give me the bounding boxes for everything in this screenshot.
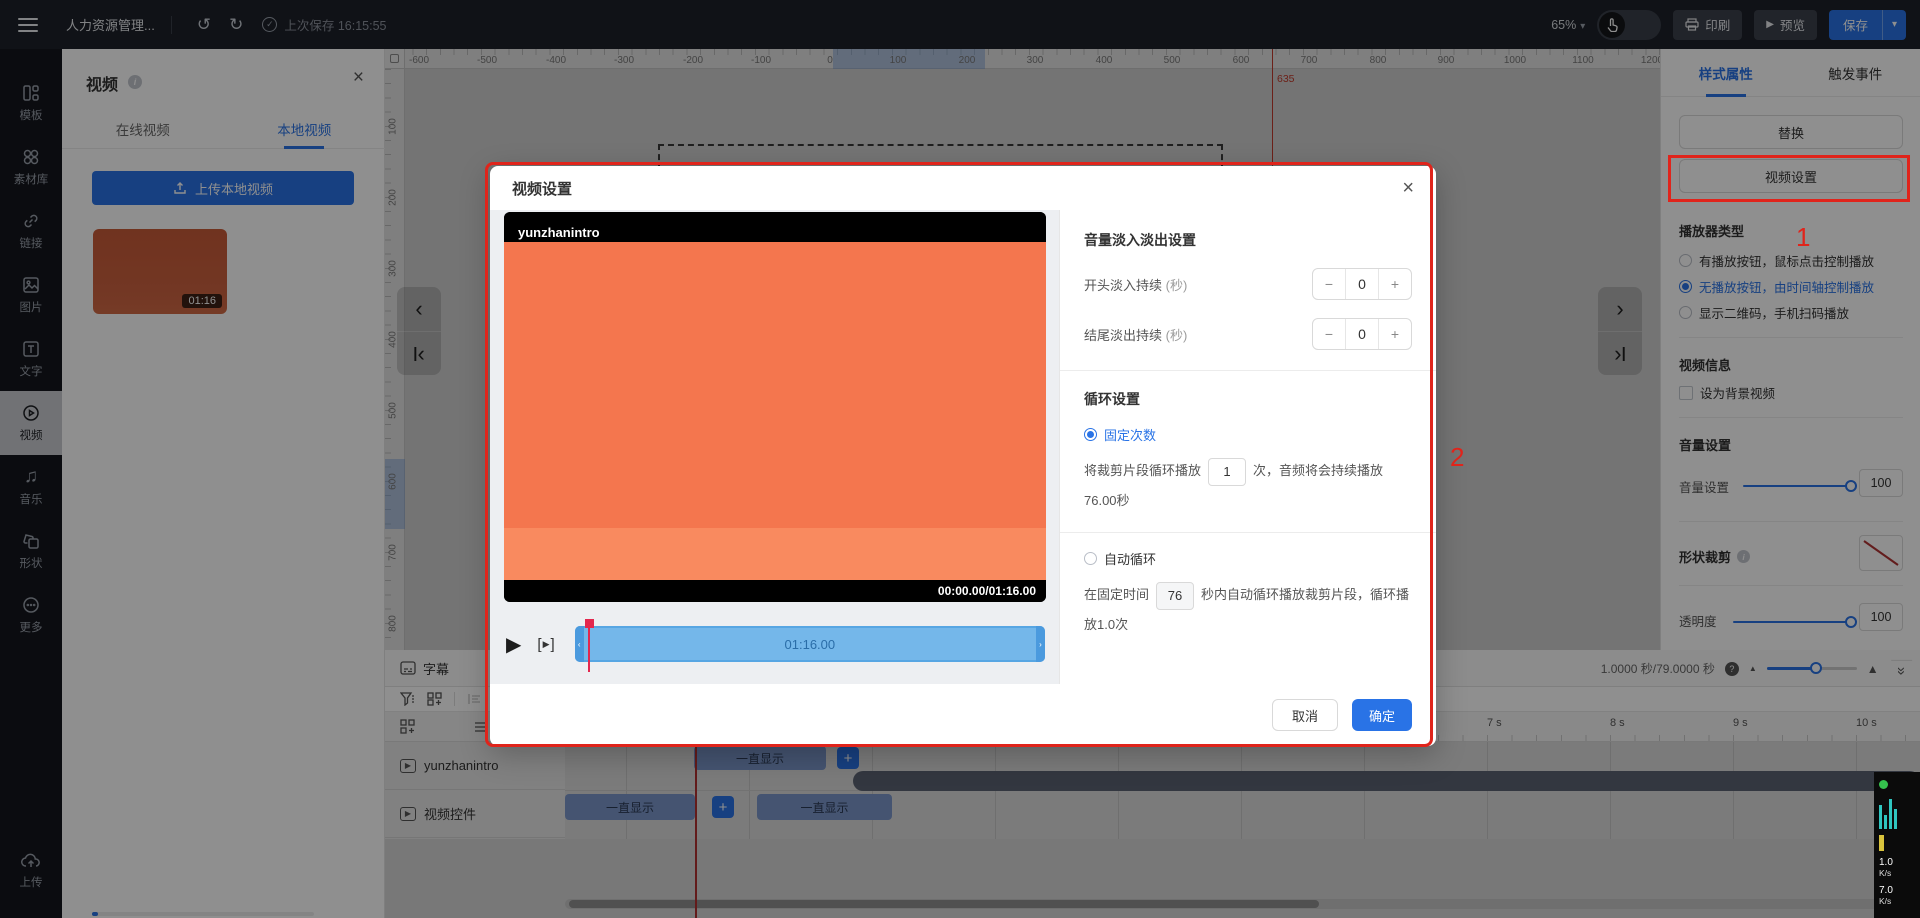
fade-out-row: 结尾淡出持续 (秒) − 0 + bbox=[1084, 318, 1412, 350]
download-unit: K/s bbox=[1879, 896, 1891, 906]
video-title-overlay: yunzhanintro bbox=[504, 212, 1046, 242]
trim-playhead[interactable] bbox=[585, 619, 594, 628]
fade-in-label: 开头淡入持续 bbox=[1084, 278, 1162, 293]
video-preview[interactable]: yunzhanintro 00:00.00/01:16.00 bbox=[504, 212, 1046, 602]
confirm-button[interactable]: 确定 bbox=[1352, 699, 1412, 731]
settings-section: 音量淡入淡出设置 开头淡入持续 (秒) − 0 + 结尾淡出持续 (秒) − 0… bbox=[1060, 210, 1436, 684]
text: 在固定时间 bbox=[1084, 587, 1149, 602]
divider bbox=[1060, 532, 1436, 533]
play-button[interactable]: ▶ bbox=[506, 632, 521, 657]
seconds-unit: (秒) bbox=[1166, 278, 1188, 293]
upload-unit: K/s bbox=[1879, 868, 1891, 878]
modal-header: 视频设置 × bbox=[490, 166, 1436, 210]
network-monitor-widget: 1.0K/s 7.0K/s bbox=[1874, 772, 1920, 918]
divider bbox=[1060, 370, 1436, 371]
radio-icon[interactable] bbox=[1084, 552, 1097, 565]
bracket: [ bbox=[537, 636, 541, 653]
auto-loop-description: 在固定时间76秒内自动循环播放裁剪片段，循环播放1.0次 bbox=[1084, 580, 1412, 640]
fade-section-title: 音量淡入淡出设置 bbox=[1084, 230, 1412, 250]
trim-duration-label: 01:16.00 bbox=[785, 637, 836, 652]
fixed-count-description: 将裁剪片段循环播放1次，音频将会持续播放76.00秒 bbox=[1084, 456, 1412, 516]
play-glyph: ▶ bbox=[543, 639, 550, 650]
annotation-number-1: 1 bbox=[1796, 222, 1810, 253]
download-speed: 7.0 bbox=[1879, 885, 1893, 896]
bracket: ] bbox=[550, 636, 554, 653]
chevron-left-icon: ‹ bbox=[578, 640, 581, 649]
text: 将裁剪片段循环播放 bbox=[1084, 463, 1201, 478]
modal-title: 视频设置 bbox=[512, 178, 572, 199]
fade-out-stepper: − 0 + bbox=[1312, 318, 1412, 350]
video-frame bbox=[504, 242, 1046, 528]
fade-out-value[interactable]: 0 bbox=[1345, 319, 1379, 349]
upload-speed: 1.0 bbox=[1879, 857, 1893, 868]
trim-range-bar[interactable]: ‹ 01:16.00 › bbox=[575, 626, 1045, 662]
fade-out-label: 结尾淡出持续 bbox=[1084, 328, 1162, 343]
loop-count-input[interactable]: 1 bbox=[1208, 458, 1246, 486]
auto-loop-option[interactable]: 自动循环 bbox=[1084, 549, 1412, 568]
decrement-button[interactable]: − bbox=[1313, 269, 1345, 299]
fade-in-stepper: − 0 + bbox=[1312, 268, 1412, 300]
modal-close-icon[interactable]: × bbox=[1402, 178, 1414, 198]
trim-controls: ▶ [▶] ‹ 01:16.00 › bbox=[504, 624, 1045, 664]
decrement-button[interactable]: − bbox=[1313, 319, 1345, 349]
cancel-button[interactable]: 取消 bbox=[1272, 699, 1338, 731]
trim-handle-right[interactable]: › bbox=[1036, 626, 1045, 662]
fixed-time-input[interactable]: 76 bbox=[1156, 582, 1194, 610]
loop-play-icon[interactable]: [▶] bbox=[537, 636, 554, 653]
fixed-count-option[interactable]: 固定次数 bbox=[1084, 425, 1412, 444]
trim-handle-left[interactable]: ‹ bbox=[575, 626, 584, 662]
chevron-right-icon: › bbox=[1039, 640, 1042, 649]
video-settings-modal: 视频设置 × yunzhanintro 00:00.00/01:16.00 ▶ … bbox=[490, 166, 1436, 746]
modal-footer: 取消 确定 bbox=[490, 684, 1436, 746]
fixed-count-label: 固定次数 bbox=[1104, 425, 1156, 444]
increment-button[interactable]: + bbox=[1379, 269, 1411, 299]
video-preview-section: yunzhanintro 00:00.00/01:16.00 ▶ [▶] ‹ 0… bbox=[490, 210, 1060, 684]
auto-loop-label: 自动循环 bbox=[1104, 549, 1156, 568]
traffic-bars bbox=[1879, 795, 1897, 829]
fade-in-value[interactable]: 0 bbox=[1345, 269, 1379, 299]
video-time-display: 00:00.00/01:16.00 bbox=[504, 580, 1046, 602]
status-dot bbox=[1879, 780, 1888, 789]
loop-section-title: 循环设置 bbox=[1084, 389, 1412, 409]
video-frame-band bbox=[504, 528, 1046, 580]
annotation-number-2: 2 bbox=[1450, 442, 1464, 473]
seconds-unit: (秒) bbox=[1166, 328, 1188, 343]
app-window: 人力资源管理... ↺ ↻ ✓ 上次保存 16:15:55 65%▾ 印刷 ▶ … bbox=[0, 0, 1920, 918]
fade-in-row: 开头淡入持续 (秒) − 0 + bbox=[1084, 268, 1412, 300]
increment-button[interactable]: + bbox=[1379, 319, 1411, 349]
cpu-bar bbox=[1879, 835, 1884, 851]
radio-icon-selected[interactable] bbox=[1084, 428, 1097, 441]
